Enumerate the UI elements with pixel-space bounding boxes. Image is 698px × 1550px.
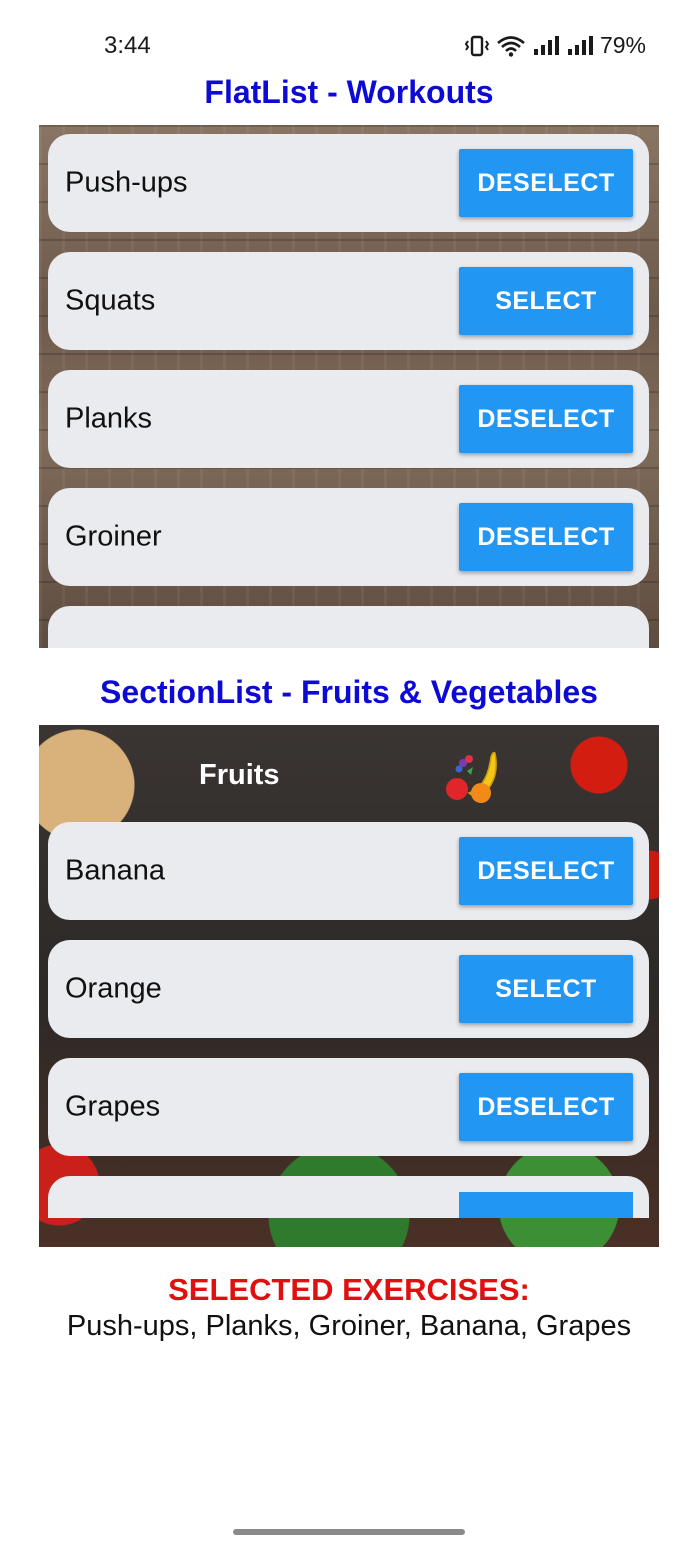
wifi-icon [497, 35, 525, 57]
list-item: Squats SELECT [48, 252, 649, 350]
deselect-button[interactable]: DESELECT [459, 503, 633, 571]
list-item-label: Squats [65, 284, 156, 317]
sectionlist-title: SectionList - Fruits & Vegetables [100, 674, 598, 710]
list-item-partial [48, 606, 649, 648]
selected-heading: SELECTED EXERCISES: [168, 1272, 530, 1307]
list-item-label: Banana [65, 854, 165, 887]
list-item-label: Planks [65, 402, 153, 435]
fruit-icon [446, 751, 497, 803]
list-item: Push-ups DESELECT [48, 134, 649, 232]
signal-icon [533, 35, 559, 55]
list-item-label: Grapes [65, 1090, 161, 1123]
list-item: Groiner DESELECT [48, 488, 649, 586]
list-item-label: Orange [65, 972, 162, 1005]
deselect-button[interactable]: DESELECT [459, 837, 633, 905]
deselect-button[interactable]: DESELECT [459, 149, 633, 217]
deselect-button[interactable]: DESELECT [459, 385, 633, 453]
status-time: 3:44 [104, 32, 151, 59]
status-icons: 79% [464, 32, 646, 59]
deselect-button[interactable]: DESELECT [459, 1073, 633, 1141]
home-indicator[interactable] [233, 1529, 465, 1535]
list-item: Orange SELECT [48, 940, 649, 1038]
list-item: Banana DESELECT [48, 822, 649, 920]
sectionlist-panel[interactable]: Fruits Banana DESELECT Orange SELECT Gra… [39, 725, 659, 1247]
battery-percent: 79% [599, 32, 646, 58]
signal-icon-2 [567, 35, 593, 55]
select-button[interactable]: SELECT [459, 955, 633, 1023]
select-button[interactable]: SELECT [459, 267, 633, 335]
section-header: Fruits [39, 725, 659, 821]
flatlist-panel[interactable]: Push-ups DESELECT Squats SELECT Planks D… [39, 125, 659, 648]
list-item-label: Groiner [65, 520, 162, 553]
section-header-label: Fruits [199, 759, 280, 791]
list-item: Grapes DESELECT [48, 1058, 649, 1156]
selected-values: Push-ups, Planks, Groiner, Banana, Grape… [66, 1310, 632, 1342]
vibrate-icon [464, 35, 490, 56]
app-screen: 3:44 79% FlatList - Workouts Push-ups DE… [0, 0, 698, 1550]
list-item-label: Push-ups [65, 166, 188, 199]
list-item: Planks DESELECT [48, 370, 649, 468]
status-bar: 3:44 79% [0, 0, 698, 80]
flatlist-title: FlatList - Workouts [204, 74, 494, 110]
partial-button [459, 1192, 633, 1218]
list-item-partial [48, 1176, 649, 1218]
